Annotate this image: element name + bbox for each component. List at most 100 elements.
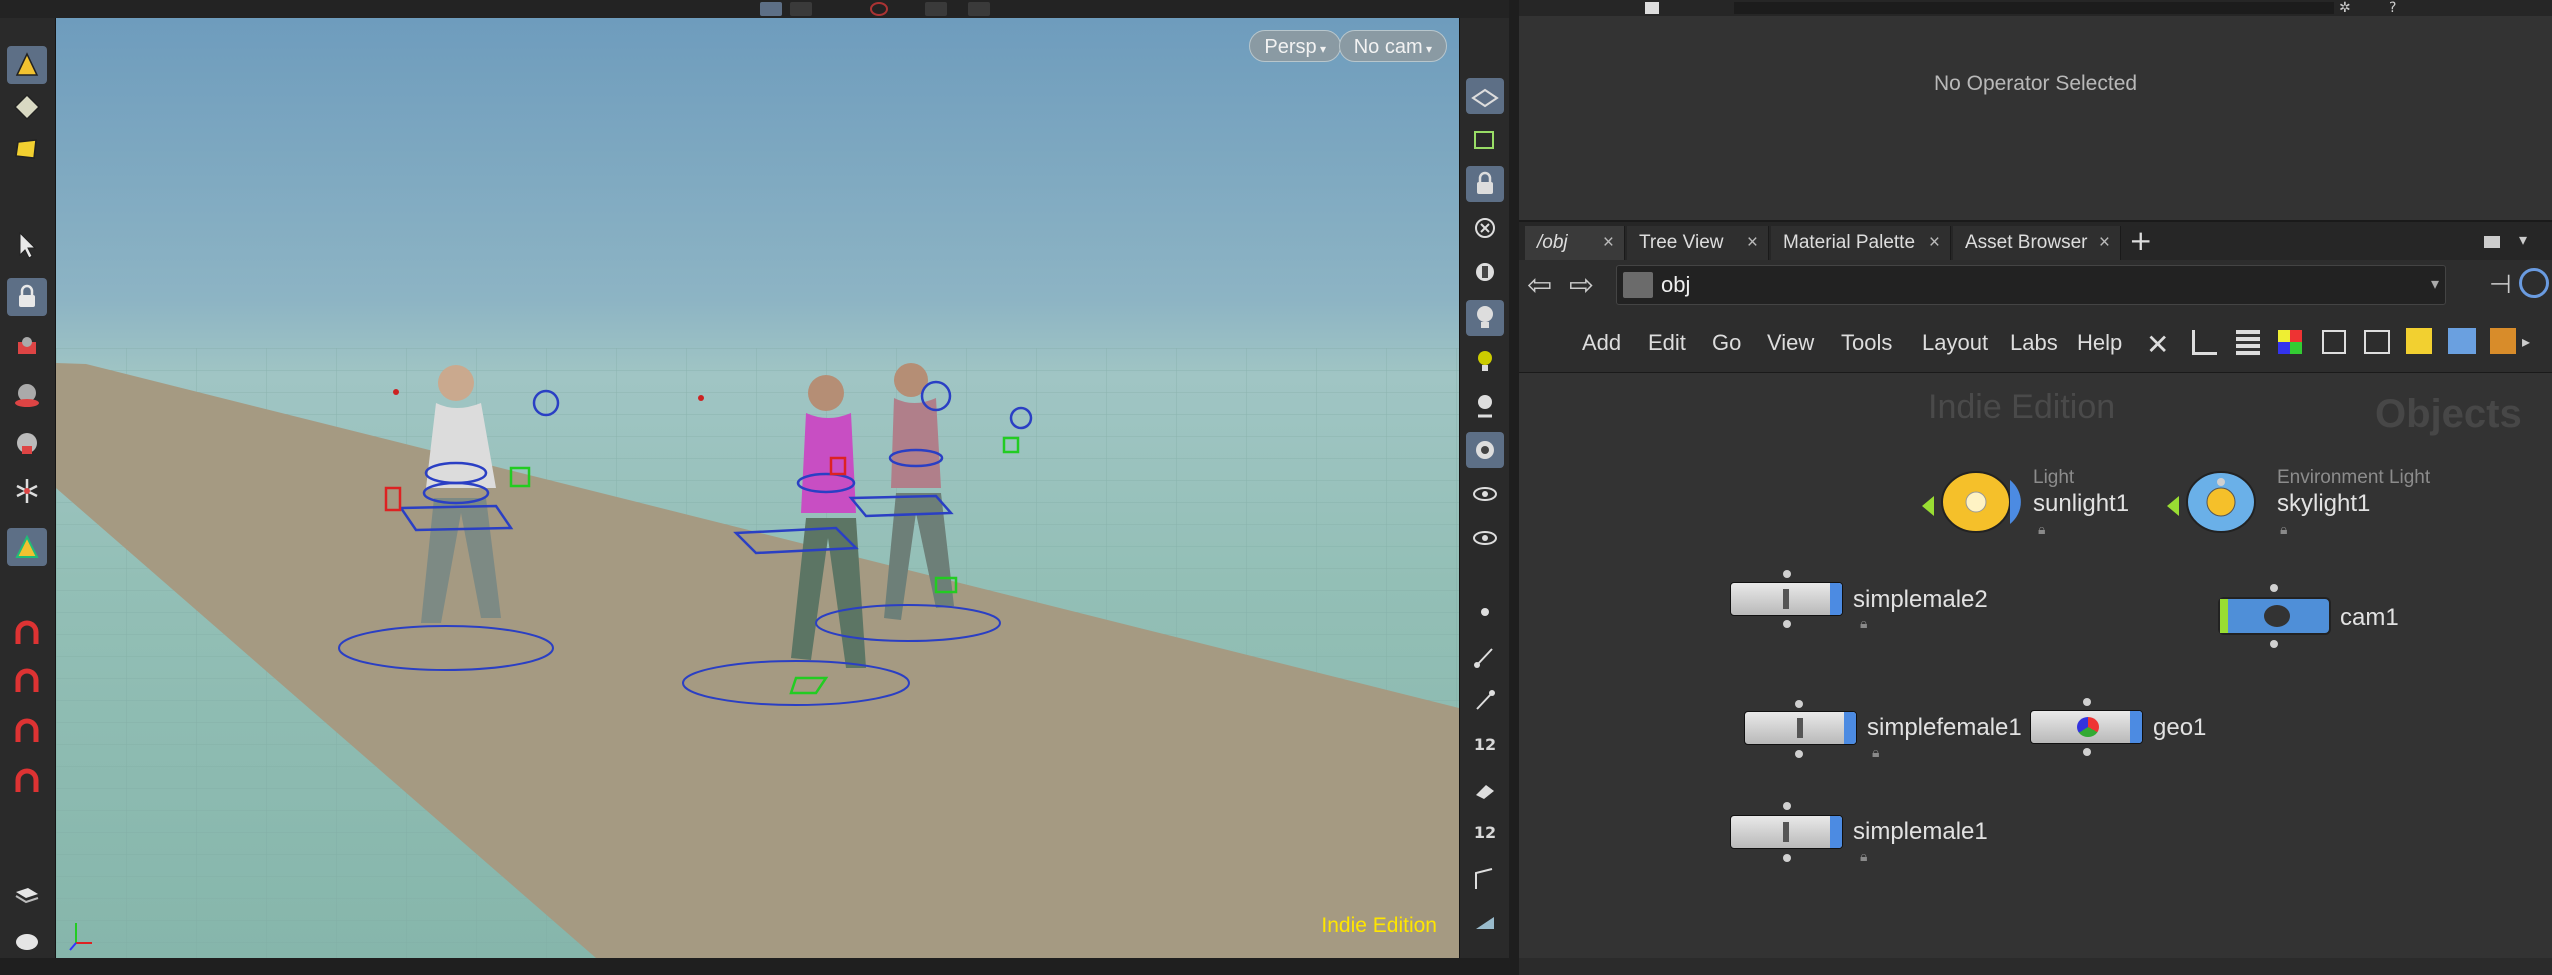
node-sunlight1[interactable] [1920,466,2024,538]
snap-multi-icon[interactable] [7,762,47,800]
record-icon[interactable] [870,2,888,16]
sticky-note-icon[interactable] [2406,328,2432,354]
chevron-down-icon[interactable]: ▾ [2431,274,2439,293]
transform-tool-icon[interactable] [7,88,47,126]
link-icon[interactable] [2519,268,2549,298]
network-editor[interactable] [1519,373,2552,958]
primitive-number-icon[interactable]: 12 [1466,814,1504,850]
vector-display-icon[interactable] [1466,682,1504,718]
handle-tool-icon[interactable] [7,472,47,510]
node-simplemale1[interactable] [1730,815,1843,849]
menu-go[interactable]: Go [1712,330,1741,356]
visibility-icon[interactable] [1466,254,1504,290]
edit-tool-icon[interactable] [7,130,47,168]
input-port[interactable] [1783,802,1791,810]
camera-select-button[interactable]: No cam ▾ [1338,30,1447,62]
view-eye-gear-icon[interactable] [1466,520,1504,556]
menu-tools[interactable]: Tools [1841,330,1892,356]
light-icon[interactable] [1466,300,1504,336]
menu-view[interactable]: View [1767,330,1814,356]
book-icon[interactable] [7,878,47,916]
view-icon[interactable] [760,2,782,16]
primitive-display-icon[interactable] [1466,770,1504,806]
display-options-icon[interactable] [1466,78,1504,114]
package-icon[interactable] [2490,328,2516,354]
output-port[interactable] [1783,854,1791,862]
chevron-right-icon[interactable]: ▸ [2522,332,2530,351]
tree-layout-icon[interactable] [2192,330,2217,355]
point-number-icon[interactable]: 12 [1466,726,1504,762]
normal-display-icon[interactable] [1466,638,1504,674]
network-path-field[interactable]: obj ▾ [1616,265,2446,305]
grid-icon[interactable] [2322,330,2346,354]
output-port[interactable] [1783,620,1791,628]
close-icon[interactable]: × [1747,226,1758,260]
snapshot-icon[interactable] [1466,432,1504,468]
lock-camera-icon[interactable] [1466,166,1504,202]
input-port[interactable] [2083,698,2091,706]
node-skylight1[interactable] [2165,466,2269,538]
rotate-tool-icon[interactable] [7,376,47,414]
point-display-icon[interactable] [1466,594,1504,630]
pose-tool-icon[interactable] [7,424,47,462]
translate-tool-icon[interactable] [7,328,47,366]
camera-view-icon[interactable] [1466,122,1504,158]
path-field[interactable] [1734,2,2334,14]
settings-icon[interactable]: ✲ [2339,0,2351,16]
tab-obj[interactable]: /obj × [1525,226,1625,260]
magnet-icon[interactable] [7,614,47,652]
chevron-down-icon[interactable]: ▾ [2519,230,2527,249]
close-icon[interactable]: × [1929,226,1940,260]
persp-view-button[interactable]: Persp ▾ [1249,30,1341,62]
input-port[interactable] [1795,700,1803,708]
view-eye-icon[interactable] [1466,476,1504,512]
pane-divider[interactable] [1509,0,1519,975]
node-simplefemale1[interactable] [1744,711,1857,745]
shelf-icon[interactable] [925,2,947,16]
tab-tree-view[interactable]: Tree View × [1627,226,1769,260]
image-icon[interactable] [2448,328,2476,354]
backface-icon[interactable] [1466,904,1504,940]
tools-icon[interactable]: ✕ [2146,328,2169,361]
menu-edit[interactable]: Edit [1648,330,1686,356]
pin-icon[interactable]: ⊣ [2489,270,2512,300]
output-port[interactable] [2270,640,2278,648]
camera-icon[interactable] [790,2,812,16]
input-port[interactable] [2270,584,2278,592]
output-port[interactable] [2083,748,2091,756]
back-arrow-icon[interactable]: ⇦ [1527,268,1552,303]
usd-icon[interactable] [1645,2,1659,14]
menu-layout[interactable]: Layout [1922,330,1988,356]
headlight-icon[interactable] [1466,344,1504,380]
scene-viewport[interactable]: Persp ▾ No cam ▾ Indie Edition [56,18,1459,958]
list-view-icon[interactable] [2236,330,2260,356]
node-geo1[interactable] [2030,710,2143,744]
select-tool-icon[interactable] [7,46,47,84]
menu-add[interactable]: Add [1582,330,1621,356]
menu-help[interactable]: Help [2077,330,2122,356]
color-palette-icon[interactable] [2278,330,2302,354]
chat-icon[interactable] [7,924,47,962]
lock-icon[interactable] [7,278,47,316]
network-box-icon[interactable] [2364,330,2390,354]
flat-light-icon[interactable] [1466,388,1504,424]
snap-points-icon[interactable] [7,712,47,750]
node-simplemale2[interactable] [1730,582,1843,616]
select-arrow-icon[interactable] [7,226,47,264]
menu-icon[interactable] [968,2,990,16]
tab-material-palette[interactable]: Material Palette × [1771,226,1951,260]
output-port[interactable] [1795,750,1803,758]
menu-labs[interactable]: Labs [2010,330,2058,356]
help-icon[interactable]: ? [2389,0,2396,16]
maximize-icon[interactable] [2484,236,2500,248]
input-port[interactable] [1783,570,1791,578]
uv-display-icon[interactable] [1466,860,1504,896]
node-cam1[interactable] [2218,597,2331,635]
forward-arrow-icon[interactable]: ⇨ [1569,268,1594,303]
snap-grid-icon[interactable] [7,662,47,700]
close-icon[interactable] [1466,210,1504,246]
add-tab-button[interactable]: + [2129,224,2152,257]
close-icon[interactable]: × [2099,226,2110,260]
tab-asset-browser[interactable]: Asset Browser × [1953,226,2121,260]
pose-state-icon[interactable] [7,528,47,566]
